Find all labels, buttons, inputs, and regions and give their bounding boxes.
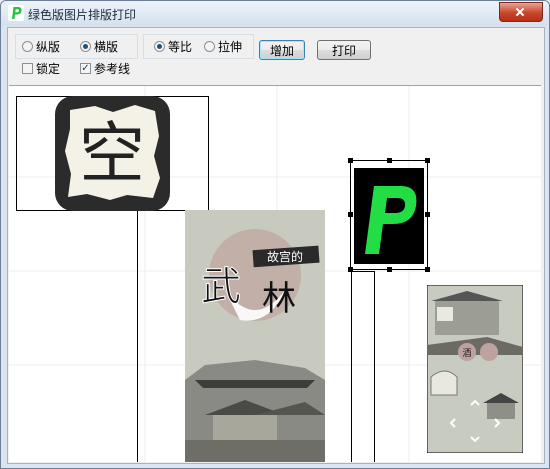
- portrait-radio-circle[interactable]: [22, 40, 33, 52]
- poster-subtitle: 故宫的: [267, 249, 303, 264]
- landscape-radio[interactable]: 横版: [80, 38, 118, 54]
- portrait-label: 纵版: [36, 39, 61, 54]
- jar-label: 酒: [462, 348, 471, 359]
- poster-title-lin: 林: [262, 279, 296, 319]
- app-logo-icon: [8, 5, 24, 21]
- layout-canvas[interactable]: 空 故宫的 武 林 酒: [9, 85, 541, 462]
- guides-checkbox-box[interactable]: ✓: [80, 62, 91, 74]
- portrait-radio[interactable]: 纵版: [22, 38, 60, 54]
- proportional-radio[interactable]: 等比: [154, 38, 192, 54]
- guides-label: 参考线: [94, 61, 131, 76]
- image-wulin-poster[interactable]: 故宫的 武 林: [185, 210, 325, 462]
- guides-checkbox[interactable]: ✓ 参考线: [80, 60, 130, 76]
- title-bar[interactable]: 绿色版图片排版打印: [1, 1, 549, 26]
- stretch-label: 拉伸: [218, 39, 243, 54]
- close-button[interactable]: [499, 2, 543, 22]
- client-area: 纵版 横版 等比 拉伸 锁定 ✓ 参考线 增加 打印 空 故宫的 武 林 酒: [7, 27, 545, 464]
- landscape-label: 横版: [94, 39, 119, 54]
- add-button[interactable]: 增加: [259, 40, 305, 60]
- proportional-radio-circle[interactable]: [154, 40, 165, 52]
- landscape-radio-circle[interactable]: [80, 40, 91, 52]
- window-title: 绿色版图片排版打印: [28, 8, 137, 22]
- image-game-screenshot[interactable]: 酒: [427, 285, 523, 453]
- kong-glyph: 空: [79, 115, 145, 192]
- stretch-radio-circle[interactable]: [204, 40, 215, 52]
- lock-checkbox[interactable]: 锁定: [22, 60, 60, 76]
- stretch-radio[interactable]: 拉伸: [204, 38, 242, 54]
- print-button[interactable]: 打印: [317, 40, 371, 60]
- image-kong-tile[interactable]: 空: [55, 96, 170, 211]
- poster-title-wu: 武: [201, 264, 241, 310]
- lock-checkbox-box[interactable]: [22, 62, 33, 74]
- image-p-logo-selected[interactable]: [343, 156, 435, 272]
- lock-label: 锁定: [36, 61, 61, 76]
- app-window: 绿色版图片排版打印 纵版 横版 等比 拉伸 锁定 ✓ 参考线 增加 打印 空 故…: [0, 0, 550, 469]
- proportional-label: 等比: [168, 39, 193, 54]
